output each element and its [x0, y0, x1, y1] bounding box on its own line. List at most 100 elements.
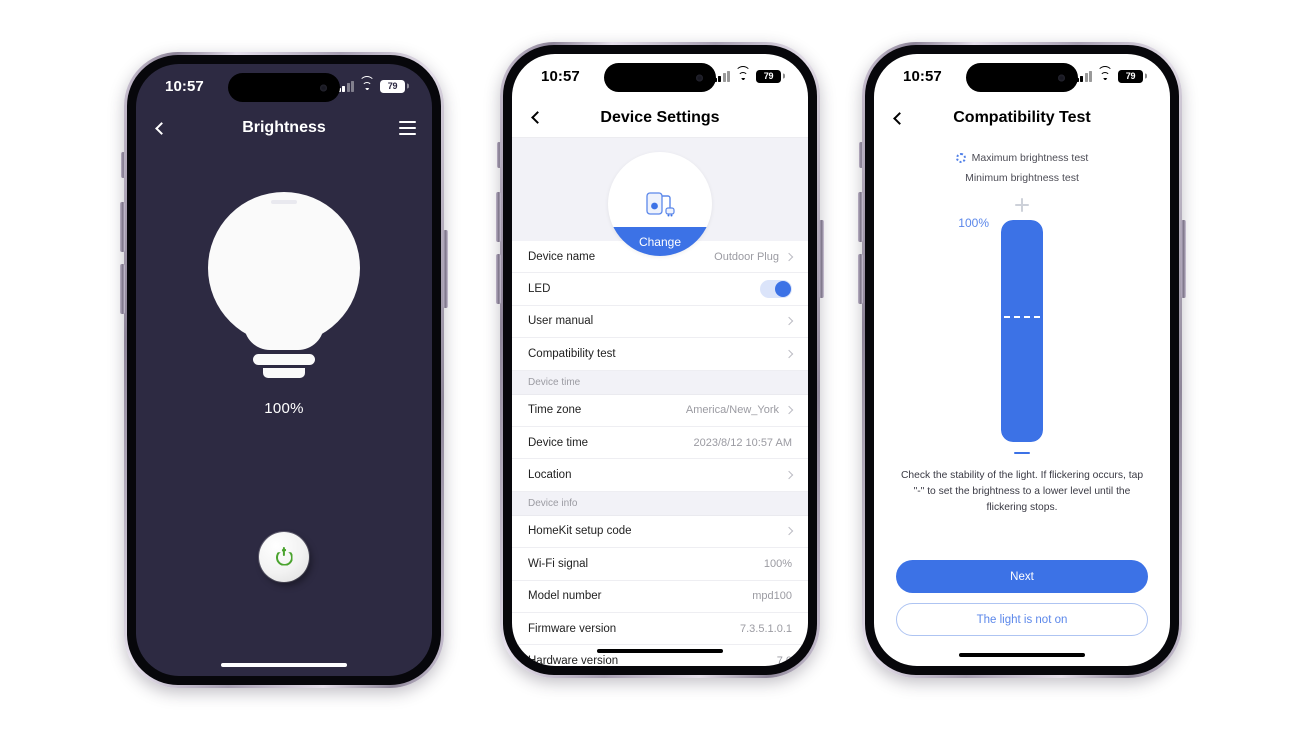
device-hero: Change [512, 138, 808, 256]
device-avatar[interactable]: Change [608, 152, 712, 256]
wifi-icon [359, 76, 375, 92]
brightness-slider-area: 100% 100% [874, 188, 1170, 455]
power-side-button[interactable] [819, 220, 824, 298]
phone-bezel: 10:57 79 [127, 55, 441, 685]
status-time: 10:57 [903, 67, 942, 85]
slider-fill [1001, 220, 1043, 442]
back-chevron-icon [530, 111, 544, 124]
power-icon [275, 546, 293, 566]
table-row[interactable]: LED [512, 273, 808, 306]
row-label: Model number [528, 590, 602, 603]
row-label: User manual [528, 315, 594, 328]
battery-icon: 79 [380, 79, 405, 93]
volume-up-button[interactable] [120, 202, 125, 252]
row-value: America/New_York [685, 404, 779, 417]
back-button[interactable] [136, 108, 182, 148]
battery-icon: 79 [756, 69, 781, 83]
power-side-button[interactable] [443, 230, 448, 308]
row-label: LED [528, 283, 551, 296]
power-side-button[interactable] [1181, 220, 1186, 298]
row-label: HomeKit setup code [528, 525, 632, 538]
table-row: Device time 2023/8/12 10:57 AM [512, 427, 808, 460]
row-value: 7.3.5.1.0.1 [740, 622, 792, 635]
table-row[interactable]: HomeKit setup code [512, 516, 808, 549]
home-indicator [874, 644, 1170, 666]
dynamic-island [604, 63, 716, 92]
volume-down-button[interactable] [120, 264, 125, 314]
chevron-right-icon [784, 252, 794, 261]
battery-percent: 79 [387, 81, 398, 91]
status-time: 10:57 [541, 67, 580, 85]
row-label: Device time [528, 436, 589, 449]
table-row[interactable]: Time zone America/New_York [512, 395, 808, 427]
table-row[interactable]: Compatibility test [512, 338, 808, 371]
wifi-icon [735, 66, 751, 82]
test-step-label: Minimum brightness test [965, 172, 1079, 184]
slider-marker [1004, 315, 1040, 318]
chevron-right-icon [784, 406, 794, 415]
next-button[interactable]: Next [896, 560, 1148, 593]
plus-icon[interactable] [1015, 198, 1029, 212]
row-value: mpd100 [752, 590, 792, 603]
screen-device-settings: 10:57 79 Device Settings Change Device n… [512, 54, 808, 666]
settings-list: Device name Outdoor Plug LED User manual [512, 241, 808, 666]
phone-brightness: 10:57 79 Brightness 100% [120, 52, 448, 688]
test-step-minimum: Minimum brightness test [874, 168, 1170, 188]
section-header-device-time: Device time [512, 370, 808, 395]
home-indicator [136, 654, 432, 676]
battery-icon: 79 [1118, 69, 1143, 83]
dynamic-island [966, 63, 1078, 92]
home-indicator [512, 640, 808, 662]
volume-down-button[interactable] [496, 254, 501, 304]
row-label: Time zone [528, 404, 582, 417]
slider-percent-label: 100% [958, 216, 989, 230]
volume-up-button[interactable] [858, 192, 863, 242]
power-toggle-button[interactable] [259, 532, 309, 582]
chevron-right-icon [784, 317, 794, 326]
row-label: Firmware version [528, 622, 617, 635]
light-not-on-button[interactable]: The light is not on [896, 603, 1148, 636]
volume-down-button[interactable] [858, 254, 863, 304]
table-row: Model number mpd100 [512, 581, 808, 613]
test-step-list: Maximum brightness test Minimum brightne… [874, 138, 1170, 188]
chevron-right-icon [784, 349, 794, 359]
led-toggle[interactable] [760, 280, 792, 299]
loading-spinner-icon [955, 153, 966, 163]
screen-compatibility-test: 10:57 79 Compatibility Test Maximum brig… [874, 54, 1170, 666]
table-row[interactable]: Location [512, 459, 808, 492]
hamburger-menu-icon[interactable] [399, 121, 416, 135]
status-bar: 10:57 79 [512, 54, 808, 98]
change-avatar-label[interactable]: Change [608, 227, 712, 256]
outdoor-plug-icon [646, 192, 675, 217]
brightness-slider[interactable] [1001, 220, 1043, 442]
back-chevron-icon [892, 111, 906, 125]
row-label: Compatibility test [528, 347, 616, 360]
phone-compatibility-test: 10:57 79 Compatibility Test Maximum brig… [858, 42, 1186, 678]
phone-device-settings: 10:57 79 Device Settings Change Device n… [496, 42, 824, 678]
table-row[interactable]: User manual [512, 306, 808, 339]
status-time: 10:57 [165, 77, 204, 95]
back-button[interactable] [874, 98, 920, 138]
status-bar: 10:57 79 [874, 54, 1170, 98]
brightness-value: 100% [264, 400, 304, 417]
battery-percent: 79 [763, 71, 774, 81]
volume-up-button[interactable] [496, 192, 501, 242]
row-value: Outdoor Plug [714, 250, 779, 263]
nav-bar: Brightness [136, 108, 432, 148]
back-button[interactable] [512, 98, 558, 138]
table-row: Wi-Fi signal 100% [512, 548, 808, 581]
nav-bar: Compatibility Test [874, 98, 1170, 138]
mute-switch[interactable] [859, 142, 863, 168]
screen-brightness: 10:57 79 Brightness 100% [136, 64, 432, 676]
section-header-device-info: Device info [512, 491, 808, 516]
row-value: 100% [763, 557, 792, 570]
test-step-label: Maximum brightness test [971, 152, 1089, 164]
chevron-right-icon [784, 470, 794, 480]
chevron-right-icon [784, 527, 794, 536]
nav-bar: Device Settings [512, 98, 808, 138]
light-bulb-icon [208, 192, 360, 378]
mute-switch[interactable] [497, 142, 501, 168]
dynamic-island [228, 73, 340, 102]
battery-percent: 79 [1125, 71, 1136, 81]
mute-switch[interactable] [121, 152, 125, 178]
